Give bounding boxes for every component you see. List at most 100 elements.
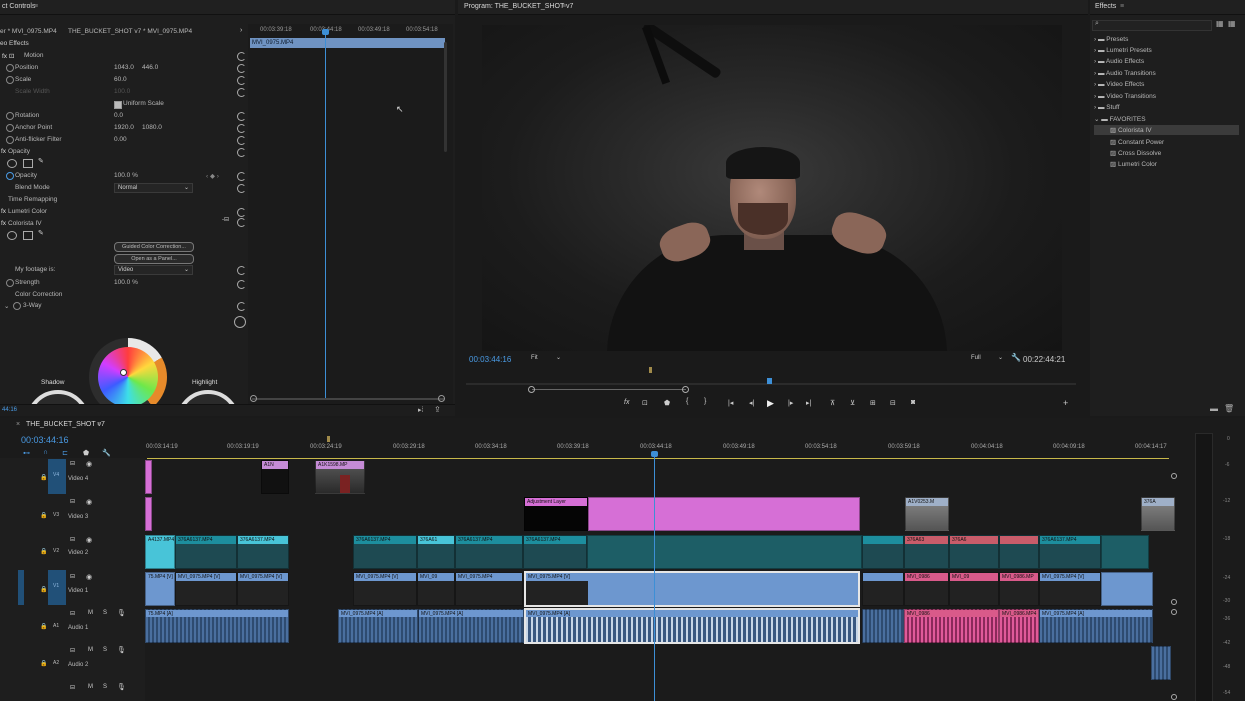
panel-menu-icon[interactable]: ≡: [97, 421, 101, 428]
resolution-select[interactable]: Full ⌄: [968, 354, 1003, 362]
reset-icon[interactable]: [237, 218, 246, 227]
stopwatch-icon[interactable]: [6, 279, 14, 287]
clip-v2-b[interactable]: 376A6137.MP4: [175, 535, 237, 569]
clip-v1-j[interactable]: MVI_0986.MP: [999, 572, 1039, 606]
reset-icon[interactable]: [237, 112, 246, 121]
clip-v3-edge[interactable]: [145, 497, 152, 531]
clip-v1-b[interactable]: MVI_0975.MP4 [V]: [175, 572, 237, 606]
clip-v2-c[interactable]: 376A6137.MP4: [237, 535, 289, 569]
add-button-icon[interactable]: +: [1063, 398, 1068, 408]
toggle-sync-lock-icon[interactable]: ⊟: [70, 498, 75, 505]
reset-icon[interactable]: [237, 172, 246, 181]
anchor-x-value[interactable]: 1920.0: [114, 124, 134, 135]
position-y-value[interactable]: 446.0: [142, 64, 158, 75]
sequence-tab[interactable]: THE_BUCKET_SHOT v7: [26, 421, 105, 428]
clip-a1-selected[interactable]: MVI_0975.MP4 [A]: [524, 608, 860, 644]
mute-icon[interactable]: M: [88, 684, 93, 690]
toggle-sync-lock-icon[interactable]: ⊟: [70, 610, 75, 617]
program-marker-icon[interactable]: [649, 367, 652, 373]
chevron-down-icon[interactable]: ⌄: [4, 302, 9, 313]
panel-menu-icon[interactable]: ≡: [1120, 3, 1124, 10]
clip-v3-adjustment-head[interactable]: Adjustment Layer: [524, 497, 588, 531]
effects-folder-lumetri-presets[interactable]: › ▬ Lumetri Presets: [1094, 47, 1152, 58]
clip-v4-a[interactable]: A1N: [261, 460, 289, 494]
reset-icon[interactable]: [237, 88, 246, 97]
effects-folder-presets[interactable]: › ▬ Presets: [1094, 36, 1128, 47]
accelerated-effects-icon[interactable]: ▦: [1216, 19, 1224, 28]
reset-icon[interactable]: [237, 266, 246, 275]
eye-icon[interactable]: ◉: [86, 573, 92, 581]
microphone-icon[interactable]: 🎙: [117, 609, 126, 617]
rotation-value[interactable]: 0.0: [114, 112, 123, 123]
fit-select[interactable]: Fit ⌄: [528, 354, 561, 362]
effect-item-cross-dissolve[interactable]: ▨ Cross Dissolve: [1110, 149, 1161, 160]
stopwatch-icon[interactable]: [6, 124, 14, 132]
track-scroll-handle[interactable]: [1171, 599, 1177, 605]
clip-v1-short[interactable]: [862, 572, 904, 606]
keyframe-nav-icon[interactable]: ‹ ◆ ›: [206, 172, 219, 183]
ec-mini-clip[interactable]: MVI_0975.MP4: [250, 38, 445, 48]
stopwatch-icon[interactable]: [6, 76, 14, 84]
snap-icon[interactable]: ⊷: [23, 449, 30, 457]
track-lock-icon[interactable]: 🔒: [40, 474, 47, 481]
mute-icon[interactable]: M: [88, 647, 93, 653]
track-target-v4[interactable]: V4: [48, 459, 66, 494]
motion-fx-icon[interactable]: fx ⊡: [2, 52, 14, 63]
reset-all-icon[interactable]: [234, 316, 246, 328]
clip-v2-i[interactable]: 376A6: [949, 535, 999, 569]
zoom-handle-right[interactable]: [682, 386, 689, 393]
clip-v2-g[interactable]: 376A6137.MP4: [523, 535, 587, 569]
track-lock-icon[interactable]: 🔒: [40, 512, 47, 519]
clip-v2-h[interactable]: 376A63: [904, 535, 949, 569]
strength-value[interactable]: 100.0 %: [114, 279, 138, 290]
reset-icon[interactable]: [237, 64, 246, 73]
toggle-sync-lock-icon[interactable]: ⊟: [70, 536, 75, 543]
play-icon[interactable]: ▶: [767, 398, 774, 409]
clip-a2-tail[interactable]: [1151, 646, 1171, 680]
timeline-playhead[interactable]: [654, 452, 655, 701]
colorista-fx-icon[interactable]: fx: [1, 220, 6, 231]
sequence-clip-label[interactable]: THE_BUCKET_SHOT v7 * MVI_0975.MP4: [68, 28, 192, 39]
clip-v1-c[interactable]: MVI_0975.MP4 [V]: [237, 572, 289, 606]
effect-controls-tab[interactable]: ct Controls: [2, 3, 35, 10]
clip-a1-g[interactable]: MVI_0975.MP4 [A]: [1039, 609, 1153, 643]
ec-zoom-handle-right[interactable]: [438, 395, 445, 402]
pen-mask-icon[interactable]: ✎: [38, 229, 44, 237]
panel-menu-icon[interactable]: ≡: [34, 3, 38, 10]
lift-icon[interactable]: ⊼: [830, 399, 835, 407]
clip-v4-b[interactable]: A1K1598.MP: [315, 460, 365, 494]
clip-v2-short[interactable]: [862, 535, 904, 569]
clip-a1-short[interactable]: [862, 609, 904, 643]
clip-v1-selected[interactable]: MVI_0975.MP4 [V]: [524, 571, 860, 607]
track-lock-icon[interactable]: 🔒: [40, 586, 47, 593]
reset-icon[interactable]: [237, 52, 246, 61]
position-x-value[interactable]: 1043.0: [114, 64, 134, 75]
timeline-timecode[interactable]: 00:03:44:16: [21, 435, 69, 445]
track-source-v1[interactable]: [18, 570, 24, 605]
filter-icon[interactable]: ▸⁞: [418, 406, 423, 414]
effect-item-colorista[interactable]: ▨ Colorista IV: [1110, 126, 1152, 137]
mark-in-icon[interactable]: {: [686, 398, 688, 405]
eye-icon[interactable]: ◉: [86, 498, 92, 506]
anchor-y-value[interactable]: 1080.0: [142, 124, 162, 135]
clip-v2-a[interactable]: A4137.MP4: [145, 535, 175, 569]
reset-icon[interactable]: [237, 208, 246, 217]
solo-icon[interactable]: S: [103, 684, 107, 690]
close-icon[interactable]: ×: [16, 421, 20, 428]
stopwatch-icon[interactable]: [6, 112, 14, 120]
ec-scrollbar[interactable]: [444, 42, 447, 152]
track-scroll-handle[interactable]: [1171, 473, 1177, 479]
clip-a1-c[interactable]: MVI_0975.MP4 [A]: [418, 609, 524, 643]
clip-v1-tail[interactable]: [1101, 572, 1153, 606]
reset-icon[interactable]: [237, 76, 246, 85]
panel-menu-icon[interactable]: ≡: [562, 3, 566, 10]
chevron-right-icon[interactable]: ›: [240, 27, 242, 34]
timeline-playhead-handle[interactable]: [651, 451, 658, 457]
reset-icon[interactable]: [237, 302, 246, 311]
effect-item-constant-power[interactable]: ▨ Constant Power: [1110, 138, 1164, 149]
clip-v1-k[interactable]: MVI_0975.MP4 [V]: [1039, 572, 1101, 606]
track-scroll-handle[interactable]: [1171, 694, 1177, 700]
clip-v2-d[interactable]: 376A6137.MP4: [353, 535, 417, 569]
ellipse-mask-icon[interactable]: [7, 159, 17, 168]
clip-v3-adjustment-layer[interactable]: [588, 497, 860, 531]
